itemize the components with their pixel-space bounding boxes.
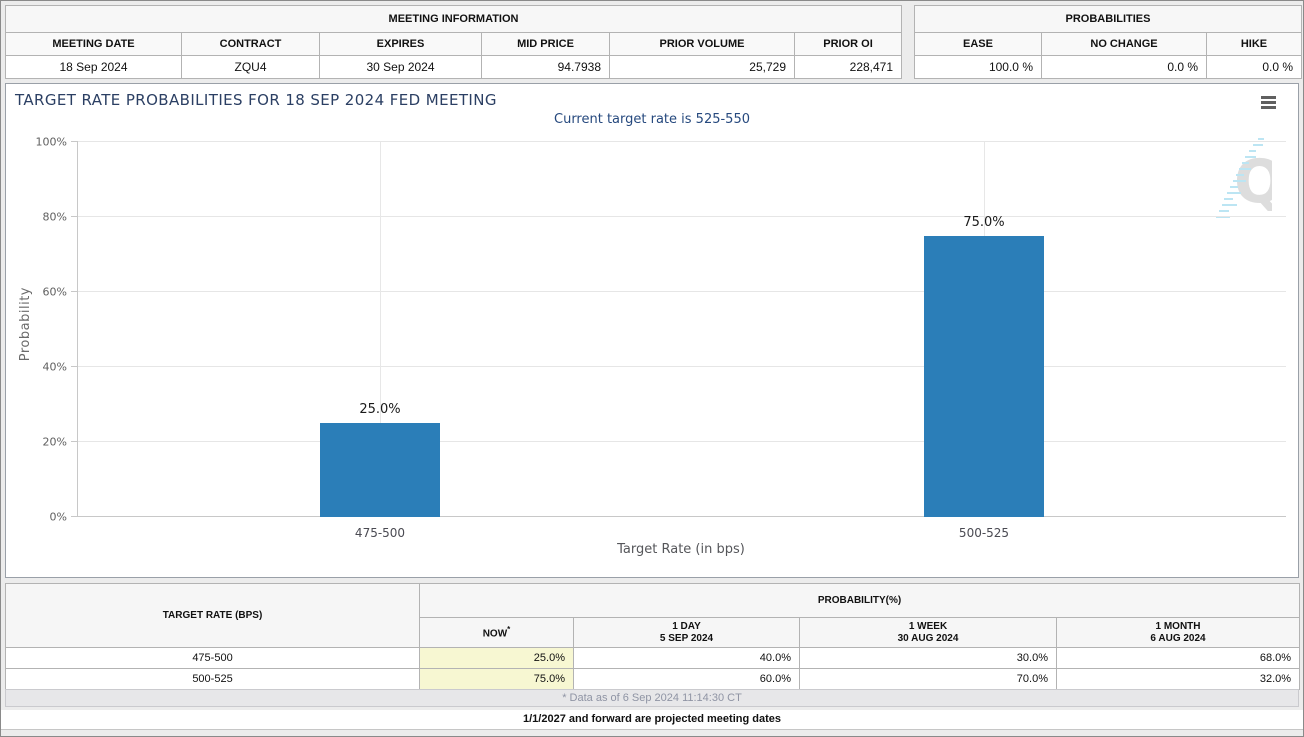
prior-oi-value: 228,471 xyxy=(795,56,902,79)
y-tick xyxy=(71,291,78,292)
col-header-meeting-date: MEETING DATE xyxy=(6,33,182,56)
col-header-1-day: 1 DAY 5 SEP 2024 xyxy=(574,618,800,648)
x-axis-category-label: 475-500 xyxy=(355,526,405,540)
period-label: 1 MONTH xyxy=(1058,621,1298,633)
fedwatch-tool-page: { "meeting_info": { "title": "MEETING IN… xyxy=(0,0,1304,737)
bar-500-525[interactable] xyxy=(924,236,1044,517)
probabilities-summary-table: PROBABILITIES EASE NO CHANGE HIKE 100.0 … xyxy=(914,5,1302,79)
no-change-value: 0.0 % xyxy=(1042,56,1207,79)
col-header-contract: CONTRACT xyxy=(182,33,320,56)
one-day-prob-cell: 60.0% xyxy=(574,669,800,690)
one-month-prob-cell: 32.0% xyxy=(1057,669,1300,690)
x-axis-title: Target Rate (in bps) xyxy=(77,542,1285,557)
y-axis-title: Probability xyxy=(18,287,33,361)
now-asterisk: * xyxy=(507,625,510,634)
period-label: 1 WEEK xyxy=(801,621,1055,633)
mid-price-value: 94.7938 xyxy=(482,56,610,79)
bar-series: 25.0% 475-500 75.0% 500-525 xyxy=(78,142,1286,517)
y-tick xyxy=(71,366,78,367)
y-axis-label: 40% xyxy=(43,361,67,374)
meeting-info-title: MEETING INFORMATION xyxy=(6,6,902,33)
col-header-no-change: NO CHANGE xyxy=(1042,33,1207,56)
prior-volume-value: 25,729 xyxy=(610,56,795,79)
target-rate-cell: 500-525 xyxy=(6,669,420,690)
probabilities-title: PROBABILITIES xyxy=(915,6,1302,33)
chart-context-menu-icon[interactable] xyxy=(1261,96,1276,111)
col-header-prior-oi: PRIOR OI xyxy=(795,33,902,56)
meeting-information-table: MEETING INFORMATION MEETING DATE CONTRAC… xyxy=(5,5,902,79)
hamburger-bar xyxy=(1261,101,1276,104)
y-axis-label: 100% xyxy=(36,136,67,149)
probability-history-table: TARGET RATE (BPS) PROBABILITY(%) NOW* 1 … xyxy=(5,583,1300,690)
probabilities-row: 100.0 % 0.0 % 0.0 % xyxy=(915,56,1302,79)
projection-note: 1/1/2027 and forward are projected meeti… xyxy=(1,710,1303,730)
period-date: 5 SEP 2024 xyxy=(575,633,798,645)
col-header-target-rate: TARGET RATE (BPS) xyxy=(6,584,420,648)
y-axis-label: 80% xyxy=(43,211,67,224)
col-header-1-month: 1 MONTH 6 AUG 2024 xyxy=(1057,618,1300,648)
now-prob-cell: 75.0% xyxy=(420,669,574,690)
period-date: 30 AUG 2024 xyxy=(801,633,1055,645)
x-axis-category-label: 500-525 xyxy=(959,526,1009,540)
group-header-probability: PROBABILITY(%) xyxy=(420,584,1300,618)
data-as-of-note: * Data as of 6 Sep 2024 11:14:30 CT xyxy=(5,689,1299,707)
bar-475-500[interactable] xyxy=(320,423,440,517)
table-row-475-500: 475-500 25.0% 40.0% 30.0% 68.0% xyxy=(6,648,1300,669)
target-rate-cell: 475-500 xyxy=(6,648,420,669)
bar-value-label: 75.0% xyxy=(963,215,1004,230)
category-slot-500-525: 75.0% 500-525 xyxy=(682,142,1286,517)
bar-value-label: 25.0% xyxy=(359,402,400,417)
y-axis-label: 60% xyxy=(43,286,67,299)
period-date: 6 AUG 2024 xyxy=(1058,633,1298,645)
chart-title: TARGET RATE PROBABILITIES FOR 18 SEP 202… xyxy=(15,91,497,109)
table-row-500-525: 500-525 75.0% 60.0% 70.0% 32.0% xyxy=(6,669,1300,690)
y-tick xyxy=(71,141,78,142)
col-header-now: NOW* xyxy=(420,618,574,648)
contract-value: ZQU4 xyxy=(182,56,320,79)
col-header-expires: EXPIRES xyxy=(320,33,482,56)
meeting-date-value: 18 Sep 2024 xyxy=(6,56,182,79)
y-tick xyxy=(71,441,78,442)
one-day-prob-cell: 40.0% xyxy=(574,648,800,669)
one-month-prob-cell: 68.0% xyxy=(1057,648,1300,669)
hike-value: 0.0 % xyxy=(1207,56,1302,79)
y-axis-label: 20% xyxy=(43,436,67,449)
one-week-prob-cell: 30.0% xyxy=(800,648,1057,669)
hamburger-bar xyxy=(1261,106,1276,109)
col-header-mid-price: MID PRICE xyxy=(482,33,610,56)
now-label: NOW xyxy=(483,629,507,640)
period-label: 1 DAY xyxy=(575,621,798,633)
col-header-ease: EASE xyxy=(915,33,1042,56)
col-header-1-week: 1 WEEK 30 AUG 2024 xyxy=(800,618,1057,648)
meeting-info-row: 18 Sep 2024 ZQU4 30 Sep 2024 94.7938 25,… xyxy=(6,56,902,79)
ease-value: 100.0 % xyxy=(915,56,1042,79)
one-week-prob-cell: 70.0% xyxy=(800,669,1057,690)
col-header-hike: HIKE xyxy=(1207,33,1302,56)
now-prob-cell: 25.0% xyxy=(420,648,574,669)
y-axis-label: 0% xyxy=(50,511,67,524)
target-rate-probabilities-chart: TARGET RATE PROBABILITIES FOR 18 SEP 202… xyxy=(5,83,1299,578)
plot-area: 0% 20% 40% 60% 80% 100% 25.0% 475-500 75… xyxy=(77,142,1286,517)
expires-value: 30 Sep 2024 xyxy=(320,56,482,79)
y-tick xyxy=(71,216,78,217)
y-tick xyxy=(71,516,78,517)
category-slot-475-500: 25.0% 475-500 xyxy=(78,142,682,517)
col-header-prior-volume: PRIOR VOLUME xyxy=(610,33,795,56)
hamburger-bar xyxy=(1261,96,1276,99)
chart-subtitle: Current target rate is 525-550 xyxy=(6,112,1298,127)
